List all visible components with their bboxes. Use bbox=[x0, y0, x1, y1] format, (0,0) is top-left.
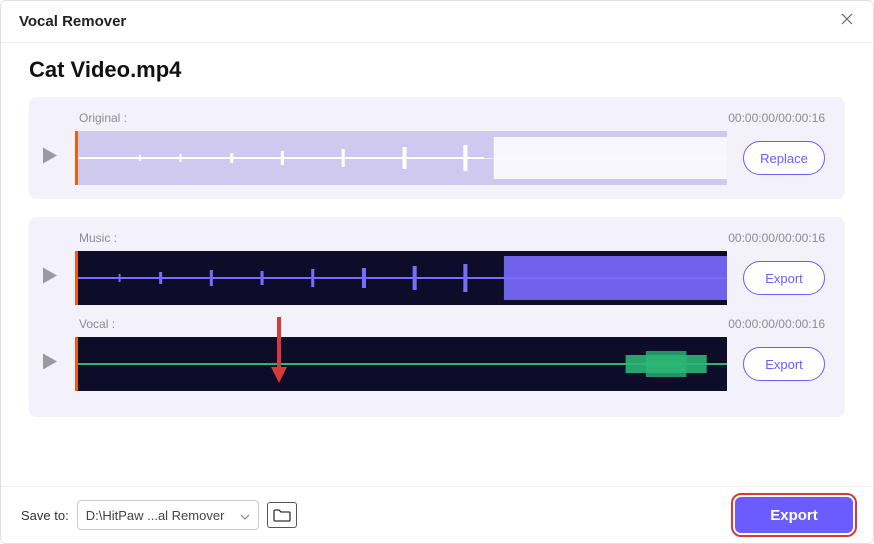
save-path-value: D:\HitPaw ...al Remover bbox=[86, 508, 225, 523]
folder-icon bbox=[273, 508, 291, 522]
window-title: Vocal Remover bbox=[19, 13, 126, 30]
music-time: 00:00:00/00:00:16 bbox=[728, 231, 825, 245]
export-vocal-button[interactable]: Export bbox=[743, 347, 825, 381]
original-panel: Original : 00:00:00/00:00:16 bbox=[29, 97, 845, 199]
vocal-row: Vocal : 00:00:00/00:00:16 bbox=[75, 317, 825, 391]
titlebar: Vocal Remover bbox=[1, 1, 873, 43]
content-area: Cat Video.mp4 Original : 00:00:00/00:00:… bbox=[1, 43, 873, 486]
original-time: 00:00:00/00:00:16 bbox=[728, 111, 825, 125]
vocal-waveform[interactable] bbox=[75, 337, 727, 391]
music-waveform[interactable] bbox=[75, 251, 727, 305]
original-waveform[interactable] bbox=[75, 131, 727, 185]
browse-folder-button[interactable] bbox=[267, 502, 297, 528]
separated-panel: Music : 00:00:00/00:00:16 bbox=[29, 217, 845, 417]
play-icon[interactable] bbox=[41, 146, 59, 171]
save-to-label: Save to: bbox=[21, 508, 69, 523]
save-path-select[interactable]: D:\HitPaw ...al Remover bbox=[77, 500, 259, 530]
footer: Save to: D:\HitPaw ...al Remover Export bbox=[1, 486, 873, 543]
close-icon[interactable] bbox=[839, 11, 855, 32]
play-icon[interactable] bbox=[41, 352, 59, 377]
music-label: Music : bbox=[79, 231, 117, 245]
vocal-label: Vocal : bbox=[79, 317, 115, 331]
original-row: Original : 00:00:00/00:00:16 bbox=[75, 111, 825, 185]
music-row: Music : 00:00:00/00:00:16 bbox=[75, 231, 825, 305]
export-music-button[interactable]: Export bbox=[743, 261, 825, 295]
vocal-time: 00:00:00/00:00:16 bbox=[728, 317, 825, 331]
export-button[interactable]: Export bbox=[735, 497, 853, 533]
play-icon[interactable] bbox=[41, 266, 59, 291]
replace-button[interactable]: Replace bbox=[743, 141, 825, 175]
original-label: Original : bbox=[79, 111, 127, 125]
chevron-down-icon bbox=[240, 508, 250, 523]
file-name: Cat Video.mp4 bbox=[29, 57, 845, 83]
